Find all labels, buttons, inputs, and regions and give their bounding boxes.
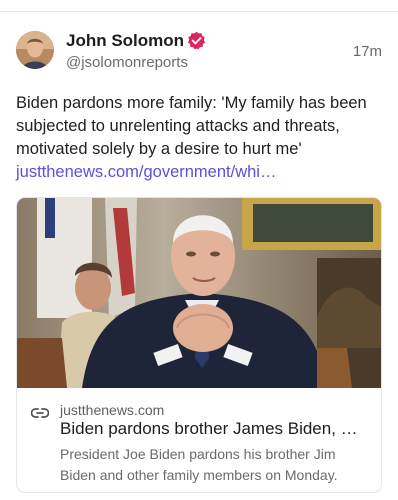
card-description: President Joe Biden pardons his brother … [60, 446, 338, 483]
author-name[interactable]: John Solomon [66, 31, 184, 51]
post-timestamp: 17m [352, 43, 382, 60]
post-body: Biden pardons more family: 'My family ha… [16, 94, 367, 158]
link-preview-card[interactable]: justthenews.com Biden pardons brother Ja… [16, 197, 382, 493]
verified-badge-icon [187, 31, 206, 50]
card-domain: justthenews.com [60, 402, 165, 418]
link-preview-image [17, 198, 381, 388]
post-text: Biden pardons more family: 'My family ha… [16, 92, 384, 184]
link-icon [30, 406, 50, 418]
avatar[interactable] [16, 31, 54, 69]
author-handle[interactable]: @jsolomonreports [66, 54, 188, 71]
post[interactable]: John Solomon @jsolomonreports 17m Biden … [0, 12, 398, 500]
card-title[interactable]: Biden pardons brother James Biden, … [60, 419, 372, 439]
post-link[interactable]: justthenews.com/government/whi… [16, 163, 276, 181]
